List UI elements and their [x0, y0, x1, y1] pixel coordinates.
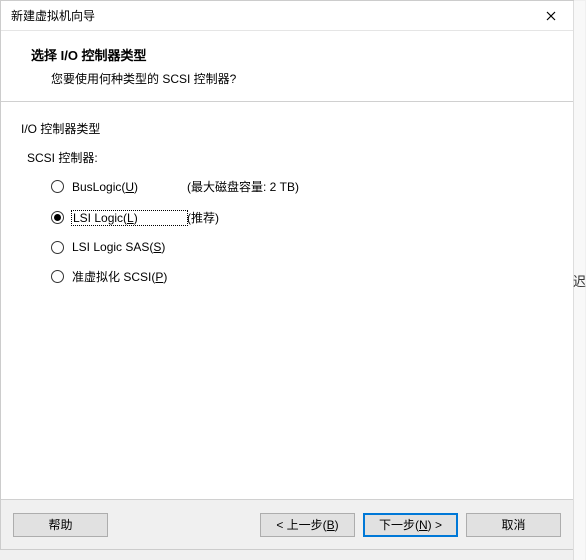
radio-hint: (最大磁盘容量: 2 TB)	[187, 178, 299, 195]
wizard-dialog: 新建虚拟机向导 选择 I/O 控制器类型 您要使用何种类型的 SCSI 控制器?…	[0, 0, 574, 550]
next-button[interactable]: 下一步(N) >	[363, 513, 458, 537]
radio-label: LSI Logic SAS(S)	[72, 240, 187, 254]
close-button[interactable]	[528, 1, 573, 31]
back-button[interactable]: < 上一步(B)	[260, 513, 355, 537]
help-button[interactable]: 帮助	[13, 513, 108, 537]
background-glyph: 迟	[573, 271, 586, 290]
radio-option-paravirtual-scsi[interactable]: 准虚拟化 SCSI(P)	[51, 268, 553, 285]
radio-icon	[51, 180, 64, 193]
wizard-header: 选择 I/O 控制器类型 您要使用何种类型的 SCSI 控制器?	[1, 31, 573, 102]
radio-icon	[51, 211, 64, 224]
background-strip: 迟	[573, 1, 585, 560]
wizard-footer: 帮助 < 上一步(B) 下一步(N) > 取消	[1, 499, 573, 549]
radio-icon	[51, 241, 64, 254]
radio-label: 准虚拟化 SCSI(P)	[72, 268, 187, 285]
cancel-button[interactable]: 取消	[466, 513, 561, 537]
titlebar: 新建虚拟机向导	[1, 1, 573, 31]
radio-label: BusLogic(U)	[72, 180, 187, 194]
radio-option-lsi-logic-sas[interactable]: LSI Logic SAS(S)	[51, 240, 553, 254]
header-title: 选择 I/O 控制器类型	[31, 45, 553, 64]
radio-option-lsi-logic[interactable]: LSI Logic(L) (推荐)	[51, 209, 553, 226]
wizard-content: I/O 控制器类型 SCSI 控制器: BusLogic(U) (最大磁盘容量:…	[1, 102, 573, 499]
radio-icon	[51, 270, 64, 283]
io-controller-section-label: I/O 控制器类型	[21, 120, 553, 137]
window-title: 新建虚拟机向导	[11, 7, 95, 24]
scsi-controller-label: SCSI 控制器:	[21, 149, 553, 166]
header-subtitle: 您要使用何种类型的 SCSI 控制器?	[31, 70, 553, 87]
close-icon	[546, 11, 556, 21]
scsi-radio-group: BusLogic(U) (最大磁盘容量: 2 TB) LSI Logic(L) …	[21, 178, 553, 285]
radio-hint: (推荐)	[187, 209, 219, 226]
radio-option-buslogic[interactable]: BusLogic(U) (最大磁盘容量: 2 TB)	[51, 178, 553, 195]
radio-label: LSI Logic(L)	[72, 211, 187, 225]
